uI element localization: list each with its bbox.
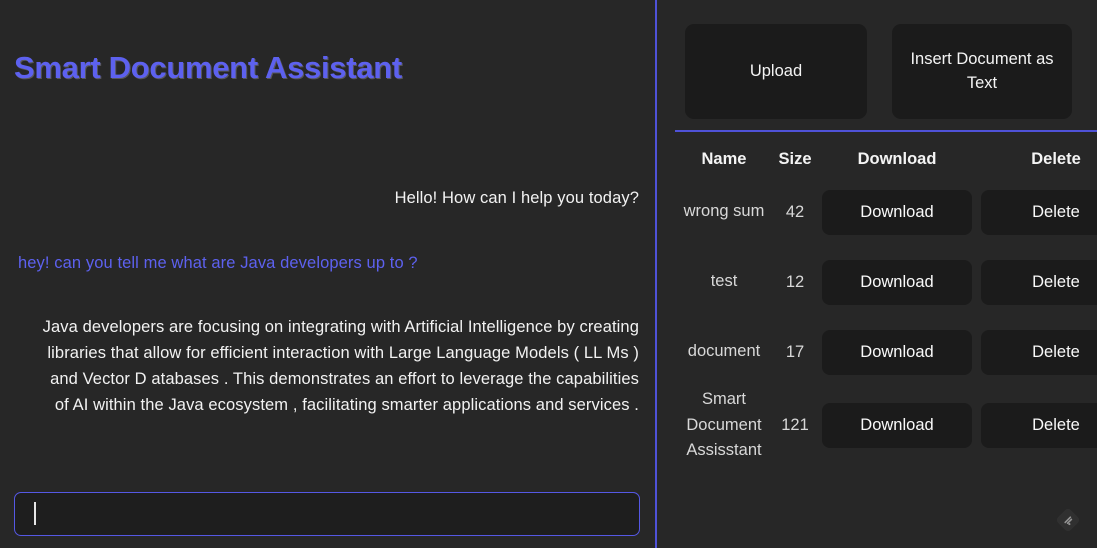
chat-message-user: hey! can you tell me what are Java devel… (18, 254, 418, 273)
cell-download: Download (817, 387, 977, 464)
cell-download: Download (817, 247, 977, 317)
table-header-row: Name Size Download Delete (675, 144, 1097, 177)
cell-document-size: 12 (785, 272, 805, 291)
table-row: test 12 Download Delete (675, 247, 1097, 317)
cell-delete: Delete (977, 247, 1097, 317)
cell-delete: Delete (977, 317, 1097, 387)
text-cursor-caret (34, 502, 36, 525)
cell-document-name: document (687, 342, 761, 361)
chat-message-log: Hello! How can I help you today? hey! ca… (0, 185, 657, 418)
cell-document-size: 17 (785, 342, 805, 361)
chat-message-assistant-greeting: Hello! How can I help you today? (394, 189, 639, 207)
document-action-buttons: Upload Insert Document as Text (685, 24, 1072, 119)
column-header-delete: Delete (1031, 150, 1081, 168)
insert-document-as-text-button[interactable]: Insert Document as Text (892, 24, 1072, 119)
panel-divider (675, 130, 1097, 132)
documents-panel: Upload Insert Document as Text Name Size… (657, 0, 1097, 548)
chat-input-container (14, 492, 640, 536)
chat-panel: Smart Document Assistant Hello! How can … (0, 0, 657, 548)
cell-download: Download (817, 177, 977, 247)
page-title: Smart Document Assistant (14, 50, 402, 85)
download-button[interactable]: Download (822, 329, 972, 375)
cell-delete: Delete (977, 177, 1097, 247)
download-button[interactable]: Download (822, 259, 972, 305)
table-row: wrong sum 42 Download Delete (675, 177, 1097, 247)
delete-button[interactable]: Delete (981, 329, 1097, 375)
cell-delete: Delete (977, 387, 1097, 464)
cell-document-name: wrong sum (683, 202, 765, 221)
table-row: document 17 Download Delete (675, 317, 1097, 387)
column-header-name: Name (701, 150, 747, 168)
cell-document-name: Smart Document Assisstant (686, 390, 762, 460)
chat-input[interactable] (14, 492, 640, 536)
cell-document-size: 121 (781, 415, 809, 434)
delete-button[interactable]: Delete (981, 259, 1097, 305)
cell-document-size: 42 (785, 202, 805, 221)
download-button[interactable]: Download (822, 189, 972, 235)
column-header-download: Download (857, 150, 937, 168)
upload-button[interactable]: Upload (685, 24, 867, 119)
download-button[interactable]: Download (822, 402, 972, 448)
cell-document-name: test (710, 272, 738, 291)
column-header-size: Size (778, 150, 812, 168)
chat-message-assistant-answer: Java developers are focusing on integrat… (42, 318, 639, 415)
app-root: Smart Document Assistant Hello! How can … (0, 0, 1097, 548)
delete-button[interactable]: Delete (981, 189, 1097, 235)
documents-table: Name Size Download Delete wrong sum 42 D… (675, 144, 1097, 464)
delete-button[interactable]: Delete (981, 402, 1097, 448)
documents-table-header: Name Size Download Delete (675, 144, 1097, 177)
documents-table-body: wrong sum 42 Download Delete test 12 Dow… (675, 177, 1097, 464)
table-row: Smart Document Assisstant 121 Download D… (675, 387, 1097, 464)
cell-download: Download (817, 317, 977, 387)
diamond-logo-icon (1056, 508, 1080, 532)
